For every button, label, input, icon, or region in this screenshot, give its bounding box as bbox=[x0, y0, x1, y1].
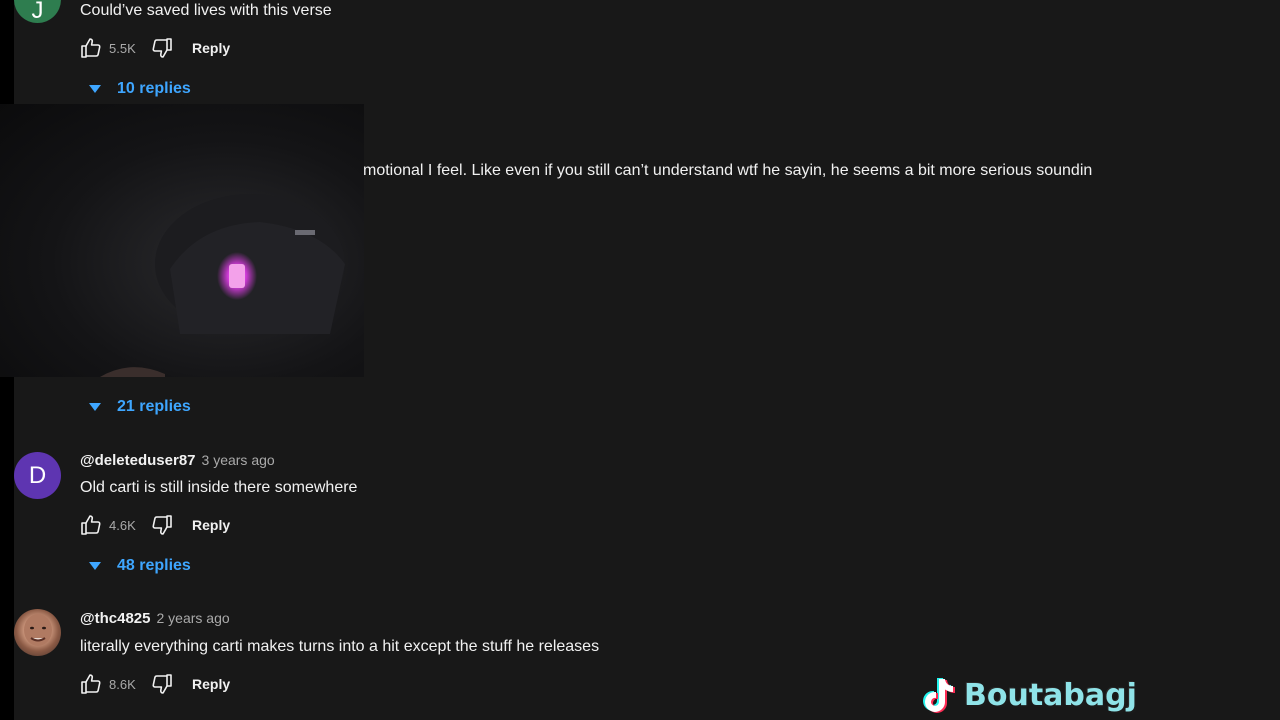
comment-actions: 8.6K Reply bbox=[78, 671, 230, 697]
like-count: 5.5K bbox=[109, 40, 136, 56]
tiktok-icon bbox=[923, 678, 955, 713]
comment-actions: 4.6K Reply bbox=[78, 512, 230, 538]
tiktok-watermark: Boutabagj bbox=[922, 676, 1137, 714]
comment-header: @thc4825 2 years ago bbox=[80, 610, 230, 627]
caret-down-icon bbox=[86, 557, 104, 575]
avatar-face-image bbox=[24, 614, 52, 646]
thumbs-up-icon[interactable] bbox=[78, 512, 104, 538]
timestamp[interactable]: 3 years ago bbox=[202, 452, 275, 468]
replies-label: 10 replies bbox=[117, 80, 191, 97]
thumbs-up-icon[interactable] bbox=[78, 671, 104, 697]
thumbs-up-icon[interactable] bbox=[78, 35, 104, 61]
like-count: 8.6K bbox=[109, 676, 136, 692]
webcam-scene bbox=[100, 194, 345, 377]
avatar[interactable]: D bbox=[14, 452, 61, 499]
avatar-letter: J bbox=[31, 0, 44, 23]
replies-label: 48 replies bbox=[117, 557, 191, 574]
view-replies-button[interactable]: 10 replies bbox=[86, 80, 191, 98]
avatar-letter: D bbox=[28, 461, 47, 489]
comment-text: Old carti is still inside there somewher… bbox=[80, 479, 358, 496]
thumbs-down-icon[interactable] bbox=[149, 512, 175, 538]
top-faded-strip bbox=[830, 0, 1280, 3]
view-replies-button[interactable]: 21 replies bbox=[86, 398, 191, 416]
caret-down-icon bbox=[86, 80, 104, 98]
like-count: 4.6K bbox=[109, 517, 136, 533]
reply-button[interactable]: Reply bbox=[192, 40, 230, 56]
reply-button[interactable]: Reply bbox=[192, 676, 230, 692]
author-handle[interactable]: @deleteduser87 bbox=[80, 452, 196, 469]
comment-text: literally everything carti makes turns i… bbox=[80, 638, 600, 655]
thumbs-down-icon[interactable] bbox=[149, 35, 175, 61]
reply-button[interactable]: Reply bbox=[192, 517, 230, 533]
author-handle[interactable]: @thc4825 bbox=[80, 610, 151, 627]
avatar[interactable]: J bbox=[14, 0, 61, 23]
view-replies-button[interactable]: 48 replies bbox=[86, 557, 191, 575]
replies-label: 21 replies bbox=[117, 398, 191, 415]
comment-header: @deleteduser87 3 years ago bbox=[80, 452, 275, 469]
comment-text: Could’ve saved lives with this verse bbox=[80, 2, 332, 19]
timestamp[interactable]: 2 years ago bbox=[157, 610, 230, 626]
webcam-overlay bbox=[0, 104, 364, 377]
comment-actions: 5.5K Reply bbox=[78, 35, 230, 61]
caret-down-icon bbox=[86, 398, 104, 416]
thumbs-down-icon[interactable] bbox=[149, 671, 175, 697]
avatar[interactable] bbox=[14, 609, 61, 656]
watermark-username: Boutabagj bbox=[964, 677, 1137, 713]
